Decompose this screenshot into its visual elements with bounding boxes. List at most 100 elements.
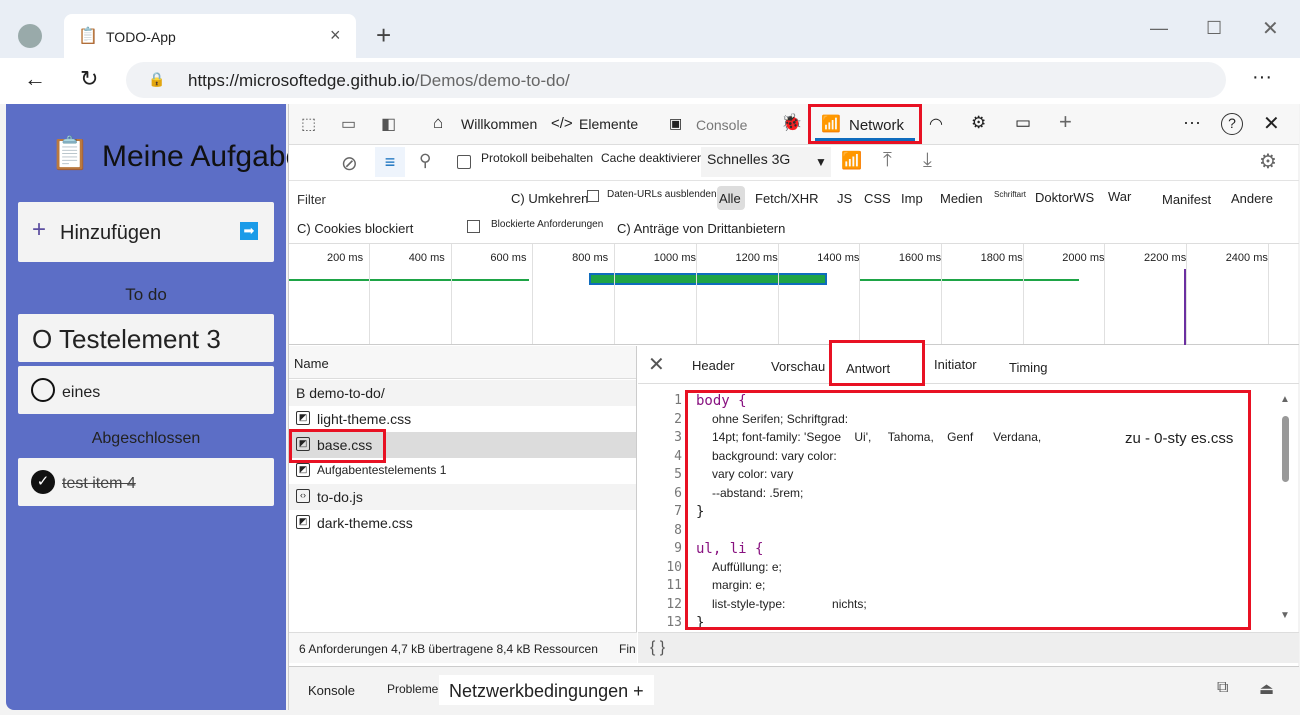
close-detail-icon[interactable]: ✕ [648,352,665,377]
timeline-tick-label: 1000 ms [653,252,696,264]
task-item[interactable]: eines [18,366,274,414]
type-filter-doc-ws[interactable]: DoktorWS [1035,190,1094,205]
drawer-tab-console[interactable]: Konsole [308,683,355,698]
application-icon[interactable]: ▭ [1015,113,1031,133]
type-filter-fetch[interactable]: Fetch/XHR [755,191,819,206]
type-filter-manifest[interactable]: Manifest [1162,192,1211,207]
drawer-tab-network-conditions[interactable]: Netzwerkbedingungen + [439,675,654,705]
type-filter-img[interactable]: Imp [901,191,923,206]
timeline-tick-label: 2000 ms [1062,252,1105,264]
more-tools-icon[interactable]: + [1059,109,1072,135]
scrollbar-thumb[interactable] [1282,416,1289,482]
profile-avatar[interactable] [18,24,42,48]
drawer-tab-issues[interactable]: Probleme [387,682,438,696]
tab-headers[interactable]: Header [692,358,735,373]
address-bar[interactable]: 🔒 https://microsoftedge.github.io/Demos/… [126,62,1226,98]
network-timeline[interactable]: 200 ms 400 ms 600 ms 800 ms 1000 ms 1200 ms 14… [289,244,1299,345]
checked-circle-icon[interactable]: ✓ [31,470,55,494]
type-filter-css[interactable]: CSS [864,191,891,206]
request-name: dark-theme.css [317,515,413,531]
collapse-drawer-icon[interactable]: ⏏ [1259,679,1274,699]
minimize-icon[interactable]: — [1150,18,1168,39]
type-filter-font[interactable]: Schriftart [994,190,1026,199]
browser-tab[interactable]: 📋 TODO-App × [64,14,356,58]
tab-initiator[interactable]: Initiator [934,357,977,372]
close-tab-icon[interactable]: × [330,25,341,46]
timeline-tick-label: 800 ms [572,252,609,264]
tab-welcome[interactable]: Willkommen [461,116,537,132]
tab-response[interactable]: Antwort [829,340,925,386]
timeline-gridline [369,244,370,344]
invert-checkbox[interactable]: C) Umkehren [511,191,588,206]
upload-icon[interactable]: ⤒ [883,149,892,172]
performance-icon[interactable]: ◠ [929,114,943,134]
tab-network-label: Network [849,117,905,134]
tab-timing[interactable]: Timing [1009,360,1048,375]
new-tab-icon[interactable]: + [376,20,391,51]
refresh-icon[interactable]: ↻ [80,66,98,92]
task-item[interactable]: O Testelement 3 [18,314,274,362]
more-options-icon[interactable]: ··· [1183,112,1201,133]
highlight-base-css [289,429,386,463]
hide-data-urls-checkbox[interactable] [587,190,599,202]
close-window-icon[interactable]: ✕ [1262,16,1279,41]
help-icon[interactable]: ? [1221,113,1243,135]
clear-icon[interactable]: ⊘ [341,151,358,176]
close-devtools-icon[interactable]: ✕ [1263,111,1280,136]
sidebar-icon[interactable]: ◧ [381,114,396,134]
inspect-icon[interactable]: ⬚ [301,114,316,134]
unchecked-circle-icon[interactable] [31,378,55,402]
preserve-log-checkbox[interactable] [457,155,471,169]
type-filter-wasm[interactable]: War [1108,189,1131,204]
scroll-up-icon[interactable]: ▲ [1280,394,1290,405]
third-party-checkbox[interactable]: C) Anträge von Drittanbietern [617,221,785,236]
back-icon[interactable]: ← [24,66,46,92]
network-conditions-icon[interactable]: 📶 [841,151,862,171]
timeline-tick-label: 1400 ms [817,252,860,264]
more-icon[interactable]: ··· [1252,66,1272,89]
tab-bar: 📋 TODO-App × + — ☐ ✕ [0,0,1300,58]
line-number: 7 [674,504,682,519]
response-overlay-text: zu - 0-sty es.css [1125,430,1234,447]
name-column-header[interactable]: Name [289,346,636,379]
memory-icon[interactable]: ⚙ [971,113,986,133]
scrollbar[interactable]: ▲ ▼ [1279,394,1293,624]
type-filter-all[interactable]: Alle [717,186,745,210]
maximize-icon[interactable]: ☐ [1206,18,1222,39]
timeline-bar [589,273,827,285]
line-number: 4 [674,448,682,464]
add-task-button[interactable]: + Hinzufügen ➡ [18,202,274,262]
done-task-item[interactable]: ✓ test item 4 [18,458,274,506]
timeline-tick-label: 400 ms [408,252,445,264]
tab-elements[interactable]: Elemente [579,116,638,132]
tab-response-label: Antwort [846,361,891,376]
type-filter-other[interactable]: Andere [1231,191,1273,206]
filter-input[interactable]: Filter [293,188,493,210]
dock-icon[interactable]: ⧉ [1217,679,1228,697]
download-icon[interactable]: ⤓ [923,149,932,172]
tab-network[interactable]: 📶 Network [808,104,922,144]
throttle-select[interactable]: Schnelles 3G ▼ [701,147,831,177]
timeline-tick-label: 200 ms [327,252,364,264]
type-filter-js[interactable]: JS [837,191,852,206]
device-icon[interactable]: ▭ [341,114,356,134]
pretty-print-button[interactable]: { } [650,639,665,657]
arrow-right-icon: ➡ [240,222,258,240]
blocked-cookies-checkbox[interactable]: C) Cookies blockiert [297,221,413,236]
settings-icon[interactable]: ⚙ [1259,149,1277,174]
wifi-icon: 📶 [821,116,841,133]
scroll-down-icon[interactable]: ▼ [1280,610,1290,621]
bug-icon[interactable]: 🐞 [781,113,802,133]
tab-preview[interactable]: Vorschau [771,359,825,374]
blocked-requests-checkbox[interactable] [467,220,480,233]
disable-cache-label[interactable]: Cache deaktivieren [601,151,704,165]
tab-console[interactable]: Console [696,117,747,133]
search-icon[interactable]: ⚲ [419,151,431,171]
request-row[interactable]: ◩ dark-theme.css [289,510,636,536]
request-row[interactable]: B demo-to-do/ [289,380,636,406]
request-row[interactable]: ‹› to-do.js [289,484,636,510]
line-number: 9 [674,541,682,556]
filter-icon[interactable]: ≡ [375,147,405,177]
type-filter-media[interactable]: Medien [940,191,983,206]
timeline-tick-label: 600 ms [490,252,527,264]
